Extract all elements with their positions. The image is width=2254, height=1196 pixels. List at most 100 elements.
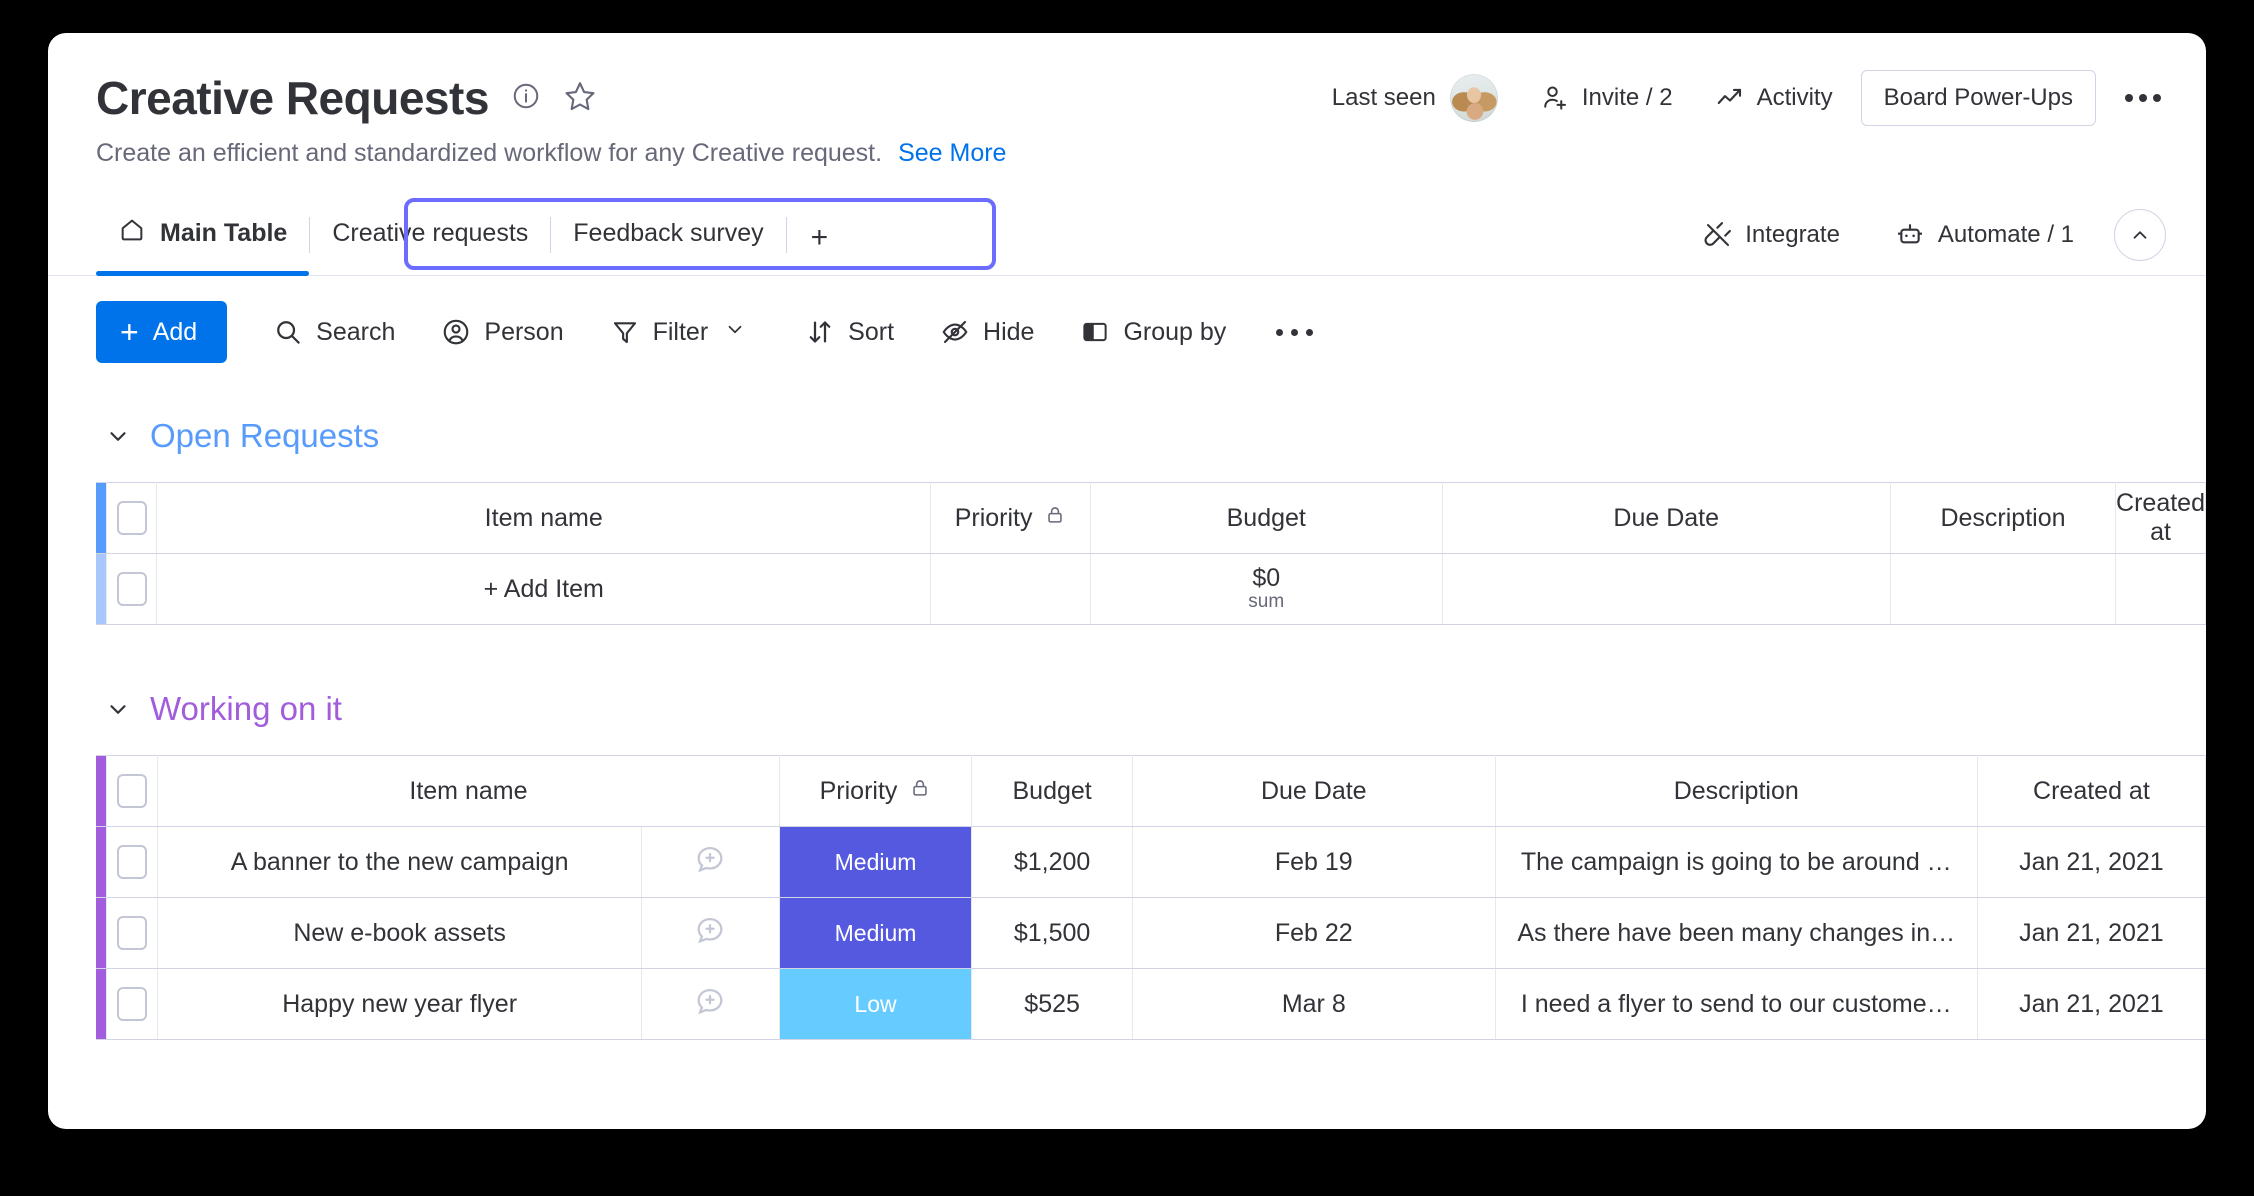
lock-icon bbox=[909, 777, 931, 806]
add-comment-icon[interactable] bbox=[642, 913, 779, 954]
due-date-cell[interactable]: Feb 22 bbox=[1132, 897, 1496, 969]
budget-cell[interactable]: $525 bbox=[971, 968, 1133, 1040]
group-color-bar bbox=[96, 755, 107, 827]
group-name[interactable]: Open Requests bbox=[150, 417, 379, 455]
add-view-button[interactable]: + bbox=[787, 221, 849, 275]
select-all-checkbox[interactable] bbox=[117, 774, 148, 808]
group-working-on-it: Working on it Item name Priority Budget … bbox=[96, 677, 2206, 1040]
table-row[interactable]: Happy new year flyer Low $525 Mar 8 I ne… bbox=[96, 968, 2206, 1040]
row-checkbox[interactable] bbox=[116, 572, 147, 606]
group-by-button[interactable]: Group by bbox=[1066, 307, 1240, 357]
description-cell[interactable]: I need a flyer to send to our custome… bbox=[1495, 968, 1978, 1040]
row-checkbox-cell[interactable] bbox=[106, 826, 159, 898]
add-button[interactable]: + Add bbox=[96, 301, 228, 363]
group-color-bar bbox=[96, 897, 107, 969]
favorite-star-icon[interactable] bbox=[563, 79, 597, 118]
description-cell[interactable]: The campaign is going to be around … bbox=[1495, 826, 1978, 898]
add-comment-cell[interactable] bbox=[641, 897, 780, 969]
created-at-summary-cell bbox=[2115, 553, 2206, 625]
activity-trend-icon bbox=[1717, 88, 1741, 105]
column-header-budget[interactable]: Budget bbox=[1090, 482, 1443, 554]
column-header-description[interactable]: Description bbox=[1495, 755, 1978, 827]
invite-button[interactable]: Invite / 2 bbox=[1526, 75, 1687, 121]
last-seen[interactable]: Last seen bbox=[1332, 74, 1498, 122]
info-icon[interactable] bbox=[511, 81, 541, 116]
column-header-description[interactable]: Description bbox=[1890, 482, 2117, 554]
column-header-priority[interactable]: Priority bbox=[930, 482, 1091, 554]
select-all-cell[interactable] bbox=[106, 755, 159, 827]
row-checkbox-cell[interactable] bbox=[106, 553, 158, 625]
column-header-created-at[interactable]: Created at bbox=[2115, 482, 2206, 554]
select-all-checkbox[interactable] bbox=[116, 501, 147, 535]
group-by-icon bbox=[1083, 322, 1108, 342]
chevron-down-icon[interactable] bbox=[724, 318, 759, 347]
group-name[interactable]: Working on it bbox=[150, 690, 342, 728]
board-power-ups-button[interactable]: Board Power-Ups bbox=[1860, 70, 2096, 126]
item-name[interactable]: New e-book assets bbox=[157, 897, 643, 969]
column-header-due-date[interactable]: Due Date bbox=[1442, 482, 1891, 554]
description-summary-cell bbox=[1890, 553, 2117, 625]
column-header-created-at[interactable]: Created at bbox=[1977, 755, 2206, 827]
row-checkbox-cell[interactable] bbox=[106, 897, 159, 969]
group-collapse-chevron-icon[interactable] bbox=[96, 423, 140, 449]
add-item-row[interactable]: + Add Item $0 sum bbox=[96, 553, 2206, 625]
add-comment-cell[interactable] bbox=[641, 826, 780, 898]
column-header-label: Created at bbox=[2033, 776, 2150, 805]
column-header-item-name[interactable]: Item name bbox=[156, 482, 932, 554]
priority-cell[interactable]: Medium bbox=[779, 826, 973, 898]
add-comment-cell[interactable] bbox=[641, 968, 780, 1040]
board-header: Creative Requests Last seen Invite / 2 A… bbox=[48, 33, 2206, 168]
priority-cell[interactable]: Low bbox=[779, 968, 973, 1040]
filter-icon bbox=[613, 322, 636, 344]
select-all-cell[interactable] bbox=[106, 482, 158, 554]
automate-button[interactable]: Automate / 1 bbox=[1880, 211, 2088, 259]
column-header-priority[interactable]: Priority bbox=[779, 755, 973, 827]
column-header-item-name[interactable]: Item name bbox=[157, 755, 780, 827]
activity-button[interactable]: Activity bbox=[1701, 75, 1847, 121]
avatar[interactable] bbox=[1449, 74, 1498, 122]
due-date-summary-cell bbox=[1442, 553, 1891, 625]
board-more-menu-button[interactable] bbox=[2120, 75, 2166, 121]
row-checkbox[interactable] bbox=[117, 916, 148, 950]
priority-cell[interactable]: Medium bbox=[779, 897, 973, 969]
tab-creative-requests[interactable]: Creative requests bbox=[310, 200, 550, 275]
see-more-link[interactable]: See More bbox=[898, 139, 1006, 168]
item-name[interactable]: A banner to the new campaign bbox=[157, 826, 643, 898]
lock-icon bbox=[1044, 504, 1066, 533]
search-button[interactable]: Search bbox=[259, 307, 409, 357]
add-comment-icon[interactable] bbox=[642, 842, 779, 883]
collapse-header-button[interactable] bbox=[2114, 209, 2166, 261]
tab-feedback-survey[interactable]: Feedback survey bbox=[551, 200, 785, 275]
column-header-label: Description bbox=[1940, 503, 2066, 532]
column-header-due-date[interactable]: Due Date bbox=[1132, 755, 1496, 827]
group-collapse-chevron-icon[interactable] bbox=[96, 696, 140, 722]
add-item-button[interactable]: + Add Item bbox=[156, 553, 932, 625]
person-button[interactable]: Person bbox=[427, 307, 577, 357]
chevron-up-icon bbox=[2133, 231, 2147, 239]
budget-cell[interactable]: $1,500 bbox=[971, 897, 1133, 969]
group-open-requests: Open Requests Item name Priority Budget … bbox=[96, 404, 2206, 625]
due-date-cell[interactable]: Mar 8 bbox=[1132, 968, 1496, 1040]
home-icon bbox=[118, 216, 146, 251]
add-comment-icon[interactable] bbox=[642, 984, 779, 1025]
table-row[interactable]: New e-book assets Medium $1,500 Feb 22 A… bbox=[96, 897, 2206, 969]
row-checkbox[interactable] bbox=[117, 845, 148, 879]
budget-cell[interactable]: $1,200 bbox=[971, 826, 1133, 898]
due-date-cell[interactable]: Feb 19 bbox=[1132, 826, 1496, 898]
toolbar-more-button[interactable] bbox=[1258, 319, 1331, 346]
hide-eye-icon bbox=[942, 320, 968, 344]
item-name[interactable]: Happy new year flyer bbox=[157, 968, 643, 1040]
row-checkbox-cell[interactable] bbox=[106, 968, 159, 1040]
filter-button[interactable]: Filter bbox=[596, 307, 774, 357]
hide-button[interactable]: Hide bbox=[926, 307, 1048, 357]
column-header-budget[interactable]: Budget bbox=[971, 755, 1133, 827]
dot bbox=[2125, 94, 2133, 102]
sort-button[interactable]: Sort bbox=[791, 307, 908, 357]
row-checkbox[interactable] bbox=[117, 987, 148, 1021]
integrate-button[interactable]: Integrate bbox=[1689, 212, 1854, 258]
tab-main-table[interactable]: Main Table bbox=[96, 200, 310, 276]
description-cell[interactable]: As there have been many changes in… bbox=[1495, 897, 1978, 969]
filter-label: Filter bbox=[652, 317, 709, 346]
header-actions: Last seen Invite / 2 Activity Board Powe… bbox=[1332, 70, 2166, 126]
table-row[interactable]: A banner to the new campaign Medium $1,2… bbox=[96, 826, 2206, 898]
